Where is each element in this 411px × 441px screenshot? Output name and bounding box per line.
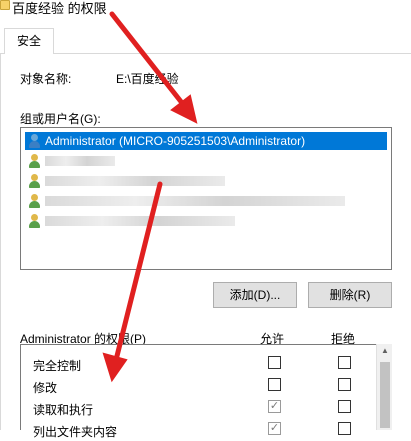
permission-name: 修改: [33, 381, 58, 395]
allow-checkbox-checked[interactable]: ✓: [268, 400, 281, 413]
allow-checkbox[interactable]: [268, 356, 281, 369]
redacted-label: [45, 156, 115, 166]
window-titlebar: 百度经验 的权限: [0, 0, 411, 16]
groups-listbox[interactable]: Administrator (MICRO-905251503\Administr…: [20, 127, 392, 270]
permissions-scrollbar[interactable]: ▲: [376, 344, 392, 430]
permission-row-full-control: 完全控制: [33, 353, 373, 375]
allow-checkbox-checked[interactable]: ✓: [268, 422, 281, 435]
object-name-value: E:\百度经验: [116, 72, 179, 86]
list-item-administrator[interactable]: Administrator (MICRO-905251503\Administr…: [25, 132, 387, 150]
list-item-label: Administrator (MICRO-905251503\Administr…: [45, 134, 306, 148]
redacted-label: [45, 176, 225, 186]
user-group-icon: [28, 214, 41, 228]
scroll-up-icon[interactable]: ▲: [377, 346, 393, 355]
deny-checkbox[interactable]: [338, 378, 351, 391]
deny-checkbox[interactable]: [338, 400, 351, 413]
groups-label: 组或用户名(G):: [20, 112, 101, 126]
allow-checkbox[interactable]: [268, 378, 281, 391]
list-item-redacted[interactable]: [25, 172, 387, 190]
deny-checkbox[interactable]: [338, 356, 351, 369]
list-item-redacted[interactable]: [25, 212, 387, 230]
permission-name: 读取和执行: [33, 403, 94, 417]
permission-row-list-folder: 列出文件夹内容 ✓: [33, 419, 373, 441]
user-group-icon: [28, 154, 41, 168]
user-group-icon: [28, 174, 41, 188]
tab-strip: 安全: [0, 28, 411, 55]
window-title: 百度经验 的权限: [12, 1, 107, 16]
permission-row-modify: 修改: [33, 375, 373, 397]
add-button[interactable]: 添加(D)...: [213, 282, 297, 308]
list-item-redacted[interactable]: [25, 152, 387, 170]
deny-checkbox[interactable]: [338, 422, 351, 435]
tab-security[interactable]: 安全: [4, 28, 54, 55]
list-item-redacted[interactable]: [25, 192, 387, 210]
scrollbar-thumb[interactable]: [380, 362, 390, 428]
folder-icon: [0, 0, 10, 10]
redacted-label: [45, 196, 345, 206]
permission-row-read-execute: 读取和执行 ✓: [33, 397, 373, 419]
redacted-label: [45, 216, 235, 226]
remove-button[interactable]: 删除(R): [308, 282, 392, 308]
permission-name: 列出文件夹内容: [33, 425, 118, 439]
user-icon: [28, 134, 41, 148]
permission-name: 完全控制: [33, 359, 82, 373]
user-group-icon: [28, 194, 41, 208]
object-name-label: 对象名称:: [20, 72, 72, 86]
permissions-list: 完全控制 修改 读取和执行 ✓ 列出文件夹内容 ✓: [20, 344, 392, 439]
